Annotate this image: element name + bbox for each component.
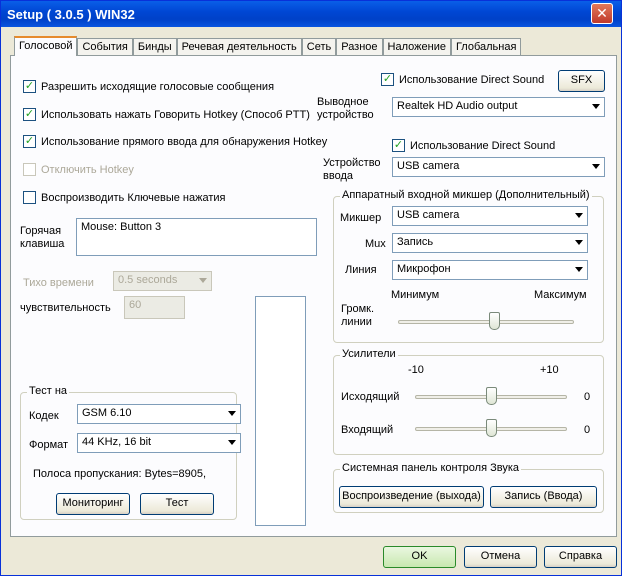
allow-outgoing-checkbox[interactable]: ✓ Разрешить исходящие голосовые сообщени… — [23, 80, 274, 93]
line-volume-slider[interactable] — [488, 312, 500, 330]
tab-speech-activity[interactable]: Речевая деятельность — [176, 38, 302, 56]
test-button[interactable]: Тест — [140, 493, 214, 515]
cancel-button[interactable]: Отмена — [464, 546, 537, 568]
outgoing-label: Исходящий — [341, 391, 400, 403]
input-direct-sound-checkbox[interactable]: ✓ Использование Direct Sound — [392, 139, 555, 152]
amplifiers-group: Усилители -10 +10 Исходящий 0 Входящий 0 — [333, 348, 604, 455]
input-device-select[interactable]: USB camera — [392, 157, 605, 177]
codec-select[interactable]: GSM 6.10 — [77, 404, 241, 424]
incoming-label: Входящий — [341, 424, 394, 436]
chevron-down-icon — [228, 411, 236, 416]
help-button[interactable]: Справка — [544, 546, 617, 568]
tab-overlay[interactable]: Наложение — [382, 38, 451, 56]
codec-label: Кодек — [29, 410, 59, 422]
line-select[interactable]: Микрофон — [392, 260, 588, 280]
tab-voice[interactable]: Голосовой — [14, 36, 78, 56]
max-label: Максимум — [534, 289, 587, 301]
format-label: Формат — [29, 439, 69, 451]
incoming-gain-slider[interactable] — [485, 419, 497, 437]
setup-window: Setup ( 3.0.5 ) WIN32 ✕ Голосовой Событи… — [0, 0, 622, 576]
output-device-select[interactable]: Realtek HD Audio output — [392, 97, 605, 117]
check-icon: ✓ — [381, 73, 394, 86]
mux-label: Mux — [365, 238, 386, 250]
play-keypress-checkbox[interactable]: Воспроизводить Ключевые нажатия — [23, 191, 226, 204]
chevron-down-icon — [228, 440, 236, 445]
incoming-value: 0 — [584, 424, 591, 436]
tab-binds[interactable]: Бинды — [132, 38, 177, 56]
record-button[interactable]: Запись (Ввода) — [490, 486, 597, 508]
tab-strip: Голосовой События Бинды Речевая деятельн… — [14, 36, 522, 56]
silence-time-label: Тихо времени — [23, 277, 94, 289]
check-icon: ✓ — [23, 108, 36, 121]
check-icon: ✓ — [392, 139, 405, 152]
chevron-down-icon — [592, 164, 600, 169]
playback-button[interactable]: Воспроизведение (выхода) — [339, 486, 484, 508]
voice-tab-panel: ✓ Разрешить исходящие голосовые сообщени… — [10, 55, 617, 537]
title-bar[interactable]: Setup ( 3.0.5 ) WIN32 ✕ — [1, 1, 621, 27]
line-label: Линия — [345, 264, 377, 276]
monitoring-button[interactable]: Мониторинг — [56, 493, 130, 515]
outgoing-gain-slider[interactable] — [485, 387, 497, 405]
amp-max-label: +10 — [540, 364, 559, 376]
disable-hotkey-checkbox[interactable]: Отключить Hotkey — [23, 163, 134, 176]
sound-control-panel-group: Системная панель контроля Звука Воспроиз… — [333, 462, 604, 513]
check-icon: ✓ — [23, 80, 36, 93]
output-device-label: Выводное устройство — [317, 96, 374, 121]
sensitivity-field[interactable]: 60 — [124, 296, 185, 319]
chevron-down-icon — [575, 213, 583, 218]
voice-level-meter — [255, 296, 306, 526]
line-volume-label: Громк. линии — [341, 303, 375, 328]
line-volume-track — [398, 320, 574, 324]
bandwidth-text: Полоса пропускания: Bytes=8905, — [33, 468, 207, 480]
chevron-down-icon — [199, 278, 207, 283]
close-button[interactable]: ✕ — [591, 3, 613, 24]
sensitivity-label: чувствительность — [20, 302, 111, 314]
check-icon: ✓ — [23, 135, 36, 148]
outgoing-value: 0 — [584, 391, 591, 403]
min-label: Минимум — [391, 289, 440, 301]
tab-global[interactable]: Глобальная — [450, 38, 522, 56]
chevron-down-icon — [575, 267, 583, 272]
mixer-select[interactable]: USB camera — [392, 206, 588, 226]
mixer-label: Микшер — [340, 212, 382, 224]
input-device-label: Устройство ввода — [323, 157, 381, 182]
amp-min-label: -10 — [408, 364, 424, 376]
ok-button[interactable]: OK — [383, 546, 456, 568]
hotkey-label: Горячая клавиша — [20, 225, 65, 250]
ptt-hotkey-checkbox[interactable]: ✓ Использовать нажать Говорить Hotkey (С… — [23, 108, 310, 121]
hardware-mixer-group: Аппаратный входной микшер (Дополнительны… — [333, 189, 604, 343]
test-group: Тест на Кодек GSM 6.10 Формат 44 KHz, 16… — [20, 385, 241, 520]
direct-input-checkbox[interactable]: ✓ Использование прямого ввода для обнару… — [23, 135, 327, 148]
mux-select[interactable]: Запись — [392, 233, 588, 253]
hotkey-field[interactable]: Mouse: Button 3 — [76, 218, 317, 256]
output-direct-sound-checkbox[interactable]: ✓ Использование Direct Sound — [381, 73, 544, 86]
tab-misc[interactable]: Разное — [336, 38, 383, 56]
chevron-down-icon — [592, 104, 600, 109]
window-title: Setup ( 3.0.5 ) WIN32 — [7, 7, 135, 22]
chevron-down-icon — [575, 240, 583, 245]
silence-time-select[interactable]: 0.5 seconds — [113, 271, 212, 291]
sfx-button[interactable]: SFX — [558, 70, 605, 92]
tab-network[interactable]: Сеть — [301, 38, 337, 56]
tab-events[interactable]: События — [77, 38, 133, 56]
format-select[interactable]: 44 KHz, 16 bit — [77, 433, 241, 453]
